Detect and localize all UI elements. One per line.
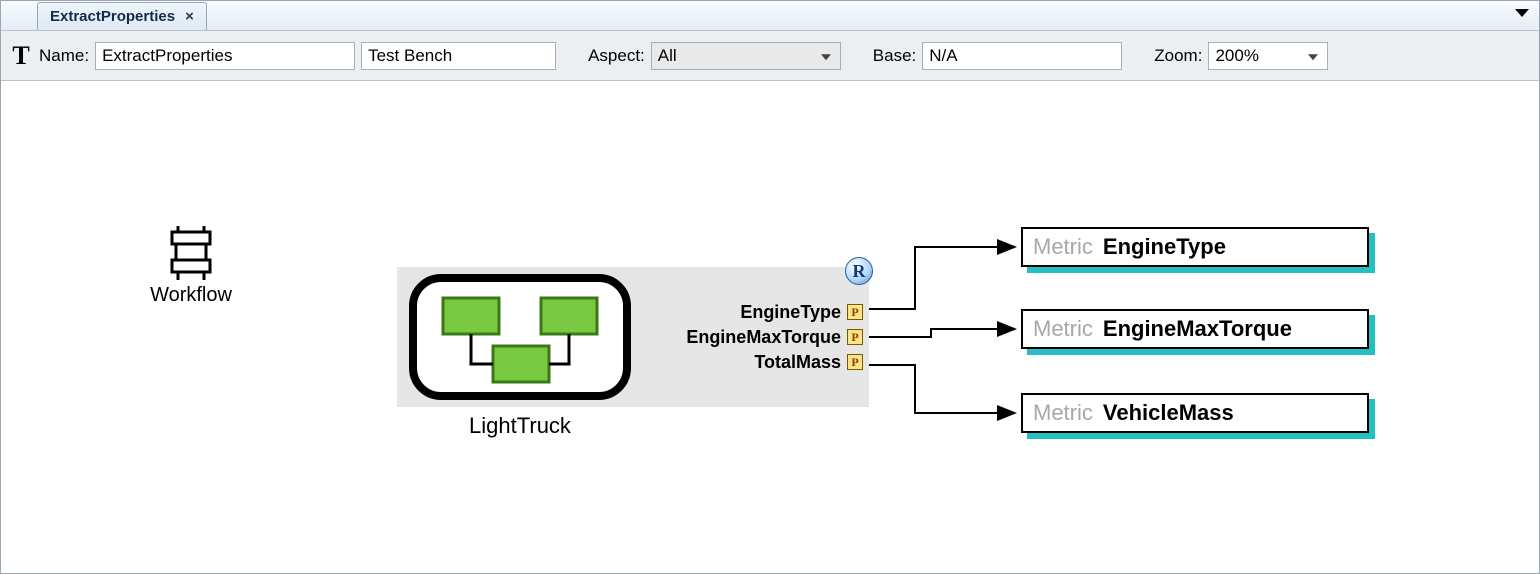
name-input[interactable] bbox=[95, 42, 355, 70]
port-label: EngineType bbox=[740, 302, 841, 323]
toolbar: T Name: Aspect: All Base: Zoom: 200% bbox=[1, 31, 1539, 81]
metric-enginetype[interactable]: Metric EngineType bbox=[1021, 227, 1375, 273]
diagram-canvas[interactable]: Workflow EngineType P bbox=[1, 81, 1539, 573]
zoom-label: Zoom: bbox=[1154, 46, 1202, 66]
port-label: EngineMaxTorque bbox=[686, 327, 841, 348]
metric-name: EngineType bbox=[1103, 234, 1226, 260]
port-pad-icon: P bbox=[847, 329, 863, 345]
metric-enginemaxtorque[interactable]: Metric EngineMaxTorque bbox=[1021, 309, 1375, 355]
metric-vehiclemass[interactable]: Metric VehicleMass bbox=[1021, 393, 1375, 439]
sut-port-list: EngineType P EngineMaxTorque P TotalMass… bbox=[643, 267, 869, 407]
sut-icon bbox=[397, 267, 643, 407]
metric-prefix: Metric bbox=[1033, 400, 1093, 426]
tab-menu-icon[interactable] bbox=[1515, 9, 1529, 17]
workflow-icon bbox=[168, 226, 214, 280]
zoom-select[interactable]: 200% bbox=[1208, 42, 1328, 70]
workflow-node[interactable]: Workflow bbox=[111, 226, 271, 307]
name-label: Name: bbox=[39, 46, 89, 66]
port-enginemaxtorque[interactable]: EngineMaxTorque P bbox=[686, 327, 863, 348]
port-label: TotalMass bbox=[754, 352, 841, 373]
reference-badge-icon: R bbox=[845, 257, 873, 285]
base-label: Base: bbox=[873, 46, 916, 66]
tab-bar: ExtractProperties × bbox=[1, 1, 1539, 31]
sut-block[interactable]: EngineType P EngineMaxTorque P TotalMass… bbox=[397, 267, 869, 407]
aspect-select[interactable]: All bbox=[651, 42, 841, 70]
tab-title: ExtractProperties bbox=[50, 8, 175, 25]
app-window: ExtractProperties × T Name: Aspect: All … bbox=[0, 0, 1540, 574]
metric-prefix: Metric bbox=[1033, 234, 1093, 260]
port-pad-icon: P bbox=[847, 354, 863, 370]
aspect-label: Aspect: bbox=[588, 46, 645, 66]
t-icon: T bbox=[9, 41, 33, 71]
workflow-label: Workflow bbox=[150, 284, 232, 307]
port-totalmass[interactable]: TotalMass P bbox=[754, 352, 863, 373]
port-enginetype[interactable]: EngineType P bbox=[740, 302, 863, 323]
port-pad-icon: P bbox=[847, 304, 863, 320]
metric-name: EngineMaxTorque bbox=[1103, 316, 1292, 342]
sut-label: LightTruck bbox=[397, 413, 643, 439]
metric-name: VehicleMass bbox=[1103, 400, 1234, 426]
close-icon[interactable]: × bbox=[185, 8, 194, 25]
type-input[interactable] bbox=[361, 42, 556, 70]
tab-extractproperties[interactable]: ExtractProperties × bbox=[37, 2, 207, 30]
metric-prefix: Metric bbox=[1033, 316, 1093, 342]
base-input[interactable] bbox=[922, 42, 1122, 70]
